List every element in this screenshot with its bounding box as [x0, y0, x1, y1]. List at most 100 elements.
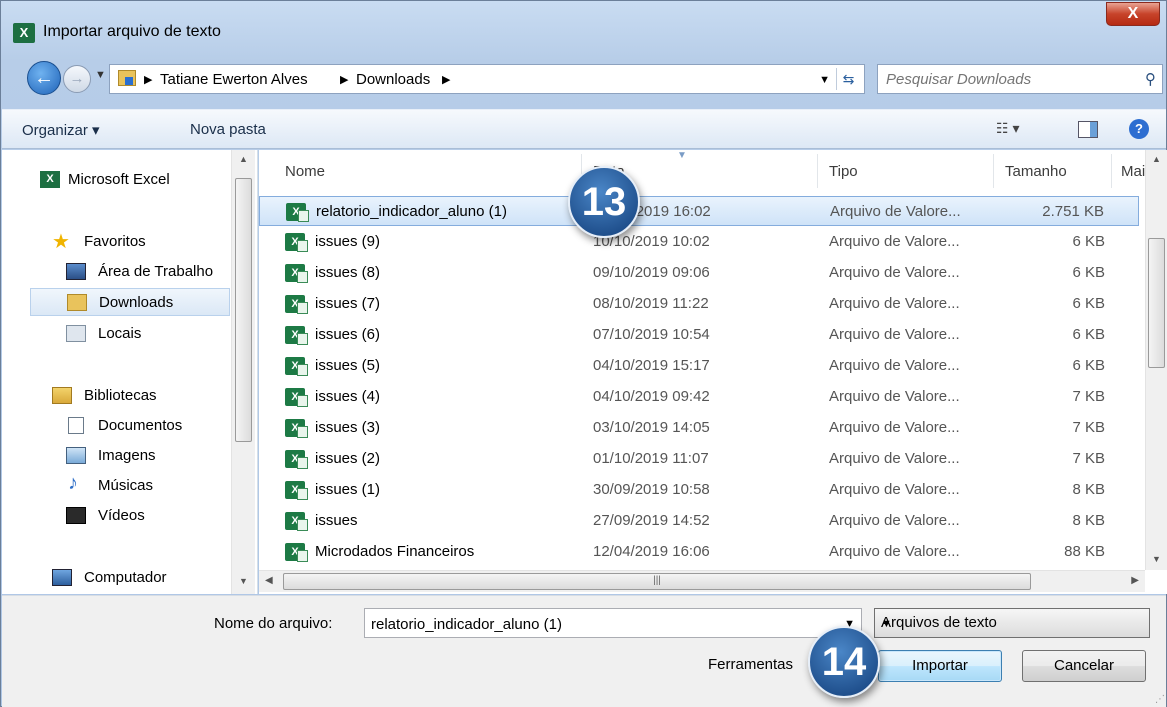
sidebar-item-musicas[interactable]: ♪ Músicas [2, 472, 232, 500]
cancel-button[interactable]: Cancelar [1022, 650, 1146, 682]
sidebar-scrollbar[interactable]: ▲ ▼ [231, 150, 255, 594]
sidebar-item-imagens[interactable]: Imagens [2, 442, 232, 470]
csv-file-icon: X [285, 481, 308, 500]
step-badge-14: 14 [808, 626, 880, 698]
column-header-more[interactable]: Mai [1121, 163, 1145, 180]
sidebar-item-documentos[interactable]: Documentos [2, 412, 232, 440]
chevron-right-icon[interactable]: ▶ [442, 73, 450, 86]
search-icon[interactable]: ⚲ [1145, 70, 1156, 88]
file-type: Arquivo de Valore... [829, 481, 960, 498]
table-row[interactable]: X issues (9) 10/10/2019 10:02 Arquivo de… [259, 227, 1139, 257]
scroll-up-icon[interactable]: ▲ [239, 154, 248, 164]
file-list-vertical-scrollbar[interactable]: ▲ ▼ [1145, 150, 1167, 570]
filename-label: Nome do arquivo: [214, 615, 333, 632]
file-date: 04/10/2019 15:17 [593, 357, 710, 374]
help-icon[interactable]: ? [1129, 119, 1149, 139]
table-row[interactable]: X issues (8) 09/10/2019 09:06 Arquivo de… [259, 258, 1139, 288]
chevron-down-icon[interactable]: ▼ [881, 618, 1143, 630]
view-options-icon[interactable]: ☷ ▾ [996, 120, 1019, 137]
column-header-type[interactable]: Tipo [829, 163, 858, 180]
filetype-select[interactable]: Arquivos de texto ▼ [874, 608, 1150, 638]
navigation-bar: ← → ▼ ▶ Tatiane Ewerton Alves ▶ Download… [1, 57, 1166, 99]
sidebar-item-label: Imagens [98, 447, 156, 464]
file-name: Microdados Financeiros [315, 543, 475, 560]
sidebar-item-bibliotecas[interactable]: Bibliotecas [2, 382, 232, 410]
sidebar-item-computador[interactable]: Computador [2, 564, 232, 592]
sidebar-item-videos[interactable]: Vídeos [2, 502, 232, 530]
new-folder-button[interactable]: Nova pasta [190, 121, 266, 138]
resize-grip-icon[interactable]: ⋰ [1155, 694, 1165, 705]
column-header-size[interactable]: Tamanho [1005, 163, 1067, 180]
forward-button[interactable]: → [63, 65, 91, 93]
import-button[interactable]: Importar [878, 650, 1002, 682]
libraries-icon [52, 387, 72, 404]
table-row[interactable]: X issues (6) 07/10/2019 10:54 Arquivo de… [259, 320, 1139, 350]
table-row[interactable]: X issues (1) 30/09/2019 10:58 Arquivo de… [259, 475, 1139, 505]
recent-pages-chevron-icon[interactable]: ▼ [95, 69, 106, 81]
downloads-folder-icon [67, 294, 87, 311]
file-type: Arquivo de Valore... [829, 388, 960, 405]
column-header-name[interactable]: Nome [285, 163, 325, 180]
scroll-up-icon[interactable]: ▲ [1152, 154, 1161, 164]
title-bar[interactable]: X Importar arquivo de texto X [1, 1, 1166, 53]
chevron-right-icon[interactable]: ▶ [144, 73, 152, 86]
table-row[interactable]: X issues (7) 08/10/2019 11:22 Arquivo de… [259, 289, 1139, 319]
dialog-footer: Nome do arquivo: ▼ Arquivos de texto ▼ F… [2, 595, 1166, 707]
scrollbar-thumb[interactable] [235, 178, 252, 442]
table-row[interactable]: X Microdados Financeiros 12/04/2019 16:0… [259, 537, 1139, 567]
table-row[interactable]: X issues (2) 01/10/2019 11:07 Arquivo de… [259, 444, 1139, 474]
file-name: issues (7) [315, 295, 381, 312]
scroll-down-icon[interactable]: ▼ [239, 576, 248, 586]
csv-file-icon: X [285, 512, 308, 531]
window-title: Importar arquivo de texto [43, 23, 221, 40]
column-separator [1111, 154, 1112, 188]
refresh-icon[interactable]: ⇆ [836, 68, 860, 90]
sidebar-item-locais[interactable]: Locais [2, 320, 232, 348]
table-row[interactable]: X issues (5) 04/10/2019 15:17 Arquivo de… [259, 351, 1139, 381]
back-button[interactable]: ← [27, 61, 61, 95]
file-name: issues (9) [315, 233, 381, 250]
scrollbar-thumb[interactable] [1148, 238, 1165, 368]
address-dropdown-icon[interactable]: ▼ [819, 74, 830, 86]
filename-input[interactable] [371, 614, 831, 634]
sidebar-item-area-de-trabalho[interactable]: Área de Trabalho [2, 258, 232, 286]
table-row[interactable]: X issues (3) 03/10/2019 14:05 Arquivo de… [259, 413, 1139, 443]
organize-button[interactable]: Organizar ▾ [22, 121, 100, 139]
csv-file-icon: X [285, 357, 308, 376]
filename-combobox[interactable]: ▼ [364, 608, 862, 638]
close-button[interactable]: X [1106, 2, 1160, 26]
address-bar[interactable]: ▶ Tatiane Ewerton Alves ▶ Downloads ▶ ▼ … [109, 64, 865, 94]
search-box[interactable]: ⚲ [877, 64, 1163, 94]
sidebar-item-label: Computador [84, 569, 167, 586]
scroll-left-icon[interactable]: ◀ [265, 575, 273, 586]
breadcrumb-user[interactable]: Tatiane Ewerton Alves [160, 71, 308, 88]
sort-arrow-icon: ▼ [677, 150, 687, 161]
file-type: Arquivo de Valore... [829, 326, 960, 343]
file-size: 88 KB [1064, 543, 1105, 560]
file-date: 07/10/2019 10:54 [593, 326, 710, 343]
sidebar-item-label: Documentos [98, 417, 183, 434]
preview-pane-icon[interactable] [1078, 121, 1098, 138]
scroll-down-icon[interactable]: ▼ [1152, 554, 1161, 564]
breadcrumb-downloads[interactable]: Downloads [356, 71, 430, 88]
csv-file-icon: X [285, 543, 308, 562]
sidebar-item-favoritos[interactable]: ★ Favoritos [2, 228, 232, 256]
scrollbar-thumb[interactable]: ||| [283, 573, 1031, 590]
file-date: 04/10/2019 09:42 [593, 388, 710, 405]
file-name: issues (2) [315, 450, 381, 467]
sidebar-item-microsoft-excel[interactable]: X Microsoft Excel [2, 166, 232, 194]
chevron-right-icon[interactable]: ▶ [340, 73, 348, 86]
scroll-right-icon[interactable]: ▶ [1131, 575, 1139, 586]
sidebar-item-downloads[interactable]: Downloads [30, 288, 230, 316]
sidebar-item-label: Área de Trabalho [98, 263, 214, 280]
table-row[interactable]: X issues 27/09/2019 14:52 Arquivo de Val… [259, 506, 1139, 536]
sidebar-item-label: Microsoft Excel [68, 171, 170, 188]
table-row[interactable]: X issues (4) 04/10/2019 09:42 Arquivo de… [259, 382, 1139, 412]
table-row[interactable]: X relatorio_indicador_aluno (1) 10/10/20… [259, 196, 1139, 226]
file-size: 8 KB [1072, 481, 1105, 498]
file-type: Arquivo de Valore... [829, 233, 960, 250]
search-input[interactable] [886, 69, 1126, 89]
tools-button[interactable]: Ferramentas [708, 656, 793, 673]
sidebar-item-label: Músicas [98, 477, 154, 494]
file-list-horizontal-scrollbar[interactable]: ◀ ||| ▶ [259, 570, 1145, 592]
